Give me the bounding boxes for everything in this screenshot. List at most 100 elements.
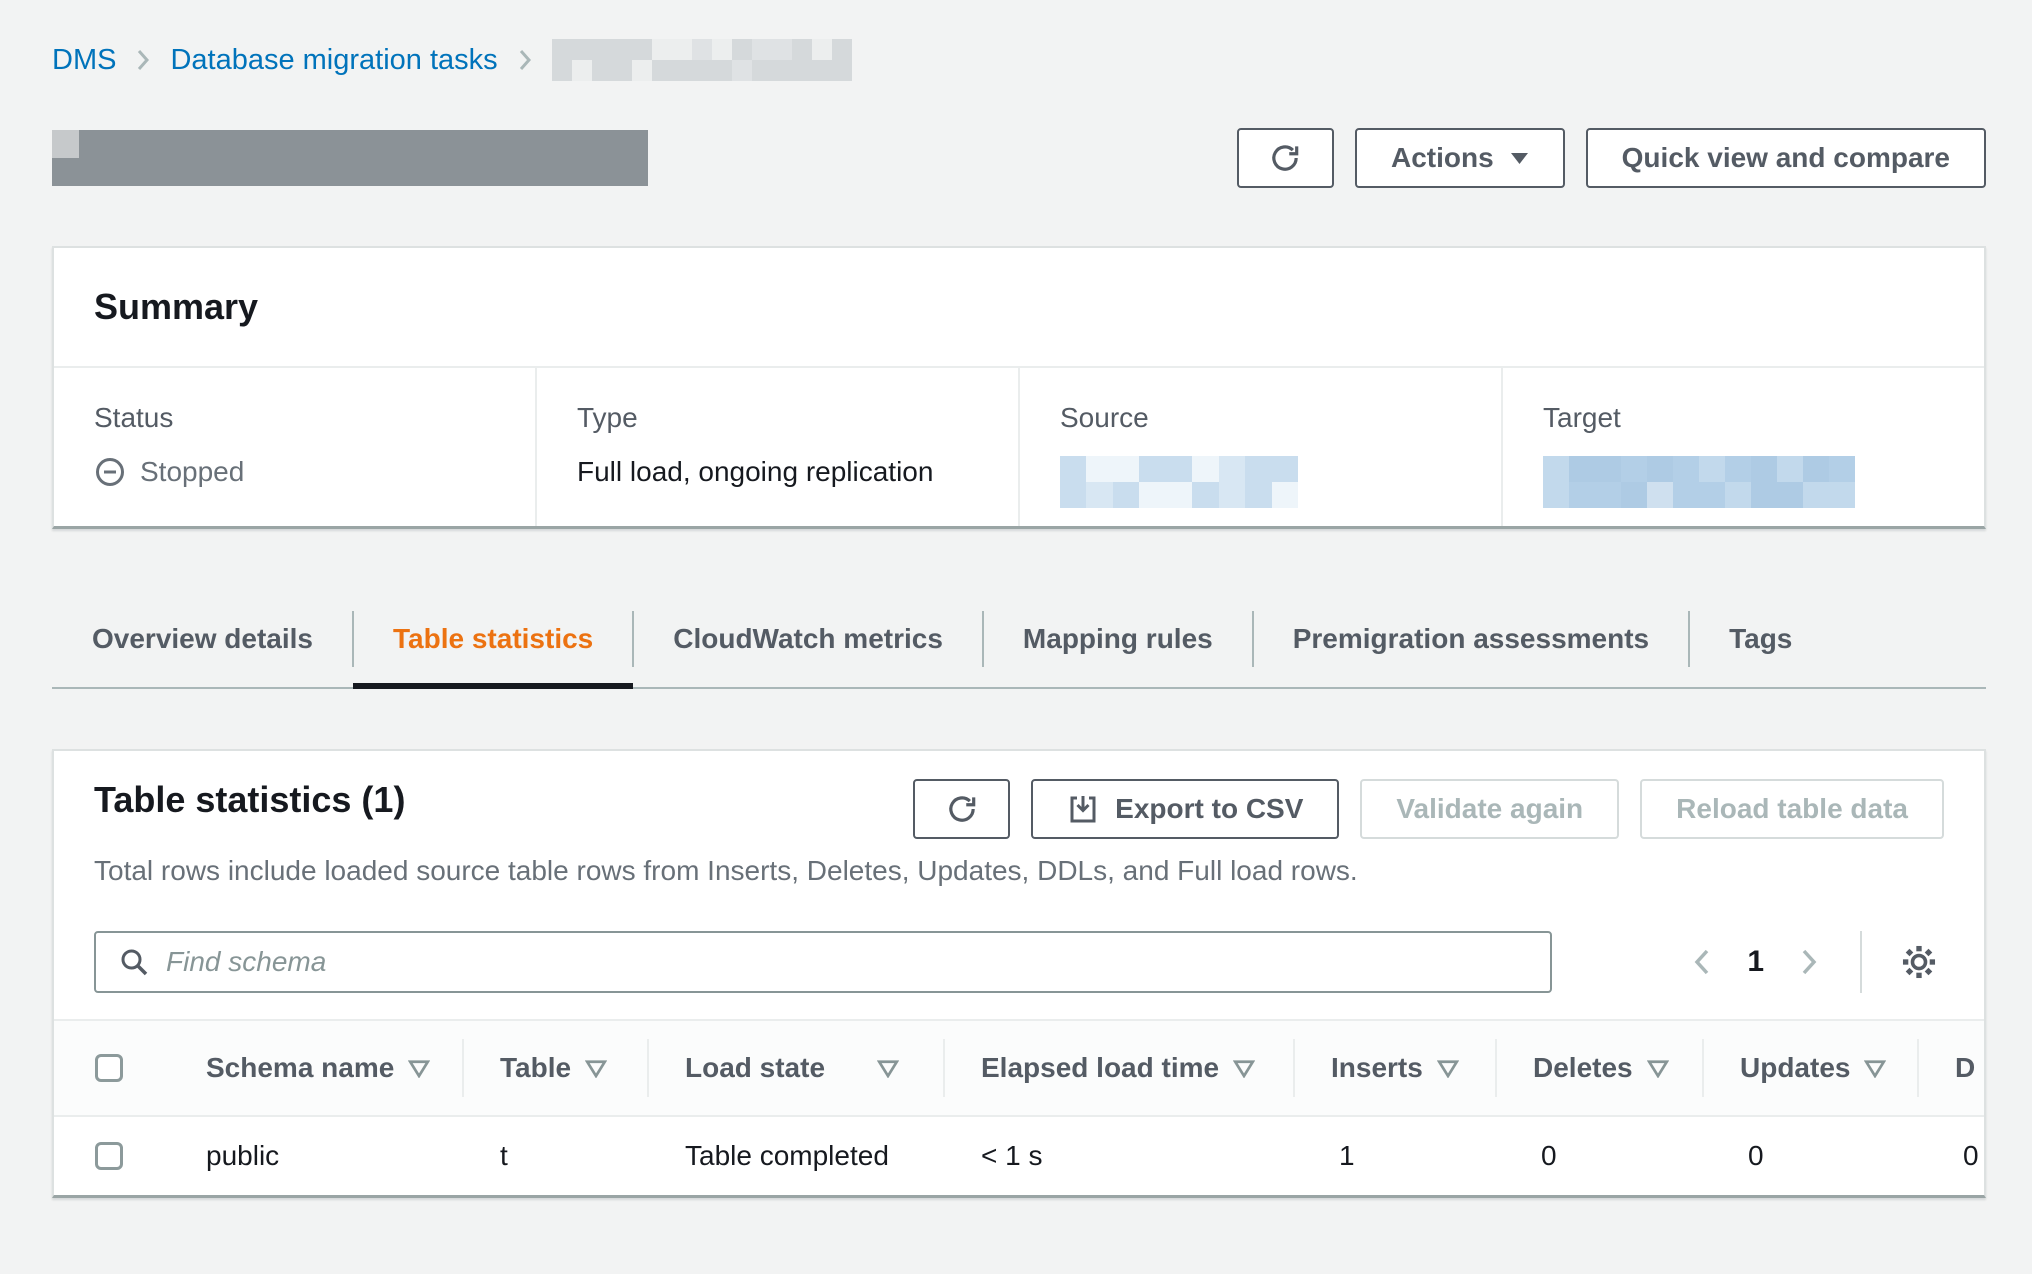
target-label: Target [1543, 402, 1964, 434]
table-statistics-panel: Table statistics (1) [52, 749, 1986, 1198]
column-header-table[interactable]: Table [462, 1021, 647, 1115]
summary-panel-header: Summary [54, 248, 1984, 368]
table-statistics-actions: Export to CSV Validate again Reload tabl… [913, 779, 1944, 839]
column-header-deletes[interactable]: Deletes [1495, 1021, 1702, 1115]
sort-icon [408, 1059, 430, 1078]
validate-again-label: Validate again [1396, 793, 1583, 825]
table-statistics-description: Total rows include loaded source table r… [54, 855, 1984, 887]
cell-schema-name: public [168, 1117, 462, 1195]
refresh-button[interactable] [1237, 128, 1334, 188]
column-label: Elapsed load time [981, 1052, 1219, 1084]
table-statistics-table: Schema name Table Load state Elapsed loa… [54, 1019, 1984, 1195]
reload-table-data-button[interactable]: Reload table data [1640, 779, 1944, 839]
cell-updates: 0 [1702, 1117, 1917, 1195]
cell-ddls-clipped: 0 [1917, 1117, 1986, 1195]
table-statistics-title: Table statistics (1) [94, 779, 405, 821]
column-label: Schema name [206, 1052, 394, 1084]
column-header-inserts[interactable]: Inserts [1293, 1021, 1495, 1115]
table-refresh-button[interactable] [913, 779, 1010, 839]
source-endpoint-redacted-link[interactable] [1060, 456, 1298, 508]
refresh-icon [945, 792, 979, 826]
quick-view-compare-button[interactable]: Quick view and compare [1586, 128, 1986, 188]
sort-icon [585, 1059, 607, 1078]
summary-field-source: Source [1018, 368, 1501, 526]
table-row: public t Table completed < 1 s 1 0 0 0 [54, 1117, 1984, 1195]
table-header-row: Schema name Table Load state Elapsed loa… [54, 1019, 1984, 1117]
source-label: Source [1060, 402, 1481, 434]
column-label: D [1955, 1052, 1975, 1084]
column-header-elapsed-load-time[interactable]: Elapsed load time [943, 1021, 1293, 1115]
reload-table-data-label: Reload table data [1676, 793, 1908, 825]
table-settings-button[interactable] [1890, 943, 1948, 981]
pagination-divider [1860, 931, 1862, 993]
breadcrumb-separator-icon [136, 47, 150, 73]
quick-view-compare-label: Quick view and compare [1622, 142, 1950, 174]
column-label: Inserts [1331, 1052, 1423, 1084]
previous-page-button[interactable] [1681, 945, 1723, 979]
validate-again-button[interactable]: Validate again [1360, 779, 1619, 839]
page-header: Actions Quick view and compare [52, 128, 1986, 188]
summary-panel: Summary Status Stopped Type Full load, [52, 246, 1986, 529]
status-stopped-icon [94, 456, 126, 488]
summary-body: Status Stopped Type Full load, ongoing r… [54, 368, 1984, 526]
table-toolbar: 1 [54, 931, 1984, 993]
actions-button[interactable]: Actions [1355, 128, 1565, 188]
type-value: Full load, ongoing replication [577, 456, 998, 488]
target-endpoint-redacted-link[interactable] [1543, 456, 1855, 508]
column-label: Updates [1740, 1052, 1850, 1084]
table-statistics-header: Table statistics (1) [54, 751, 1984, 839]
current-page-number: 1 [1747, 945, 1764, 979]
sort-icon [1233, 1059, 1255, 1078]
breadcrumb: DMS Database migration tasks [52, 40, 1986, 80]
page-actions: Actions Quick view and compare [1237, 128, 1986, 188]
type-label: Type [577, 402, 998, 434]
tab-overview-details[interactable]: Overview details [52, 595, 353, 689]
next-page-button[interactable] [1788, 945, 1830, 979]
column-label: Table [500, 1052, 571, 1084]
sort-icon [1864, 1059, 1886, 1078]
row-checkbox[interactable] [95, 1142, 123, 1170]
cell-table: t [462, 1117, 647, 1195]
breadcrumb-link-dms[interactable]: DMS [52, 44, 116, 77]
chevron-right-icon [1798, 945, 1820, 979]
export-csv-button[interactable]: Export to CSV [1031, 779, 1339, 839]
cell-deletes: 0 [1495, 1117, 1702, 1195]
tab-table-statistics[interactable]: Table statistics [353, 595, 633, 689]
status-label: Status [94, 402, 515, 434]
summary-field-type: Type Full load, ongoing replication [535, 368, 1018, 526]
tab-mapping-rules[interactable]: Mapping rules [983, 595, 1253, 689]
column-header-ddls-clipped[interactable]: D [1917, 1021, 1986, 1115]
dms-task-page: DMS Database migration tasks Actions [0, 0, 2032, 1198]
column-header-load-state[interactable]: Load state [647, 1021, 943, 1115]
refresh-icon [1268, 141, 1302, 175]
export-csv-label: Export to CSV [1115, 793, 1303, 825]
cell-load-state: Table completed [647, 1117, 943, 1195]
gear-icon [1900, 943, 1938, 981]
search-input[interactable] [166, 933, 1550, 991]
summary-title: Summary [94, 286, 258, 328]
tab-premigration-assessments[interactable]: Premigration assessments [1253, 595, 1689, 689]
column-header-updates[interactable]: Updates [1702, 1021, 1917, 1115]
sort-icon [877, 1059, 899, 1078]
select-all-cell [54, 1021, 168, 1115]
status-badge: Stopped [140, 456, 244, 488]
tab-cloudwatch-metrics[interactable]: CloudWatch metrics [633, 595, 983, 689]
breadcrumb-link-tasks[interactable]: Database migration tasks [170, 44, 497, 77]
row-select-cell [54, 1117, 168, 1195]
summary-field-target: Target [1501, 368, 1984, 526]
download-icon [1067, 793, 1099, 825]
caret-down-icon [1510, 152, 1529, 165]
tab-tags[interactable]: Tags [1689, 595, 1832, 689]
column-header-schema-name[interactable]: Schema name [168, 1021, 462, 1115]
breadcrumb-separator-icon [518, 47, 532, 73]
breadcrumb-current-redacted [552, 39, 852, 81]
select-all-checkbox[interactable] [95, 1054, 123, 1082]
chevron-left-icon [1691, 945, 1713, 979]
search-icon [118, 946, 150, 978]
sort-icon [1437, 1059, 1459, 1078]
column-label: Load state [685, 1052, 825, 1084]
actions-button-label: Actions [1391, 142, 1494, 174]
summary-field-status: Status Stopped [54, 368, 535, 526]
cell-inserts: 1 [1293, 1117, 1495, 1195]
schema-search [94, 931, 1552, 993]
